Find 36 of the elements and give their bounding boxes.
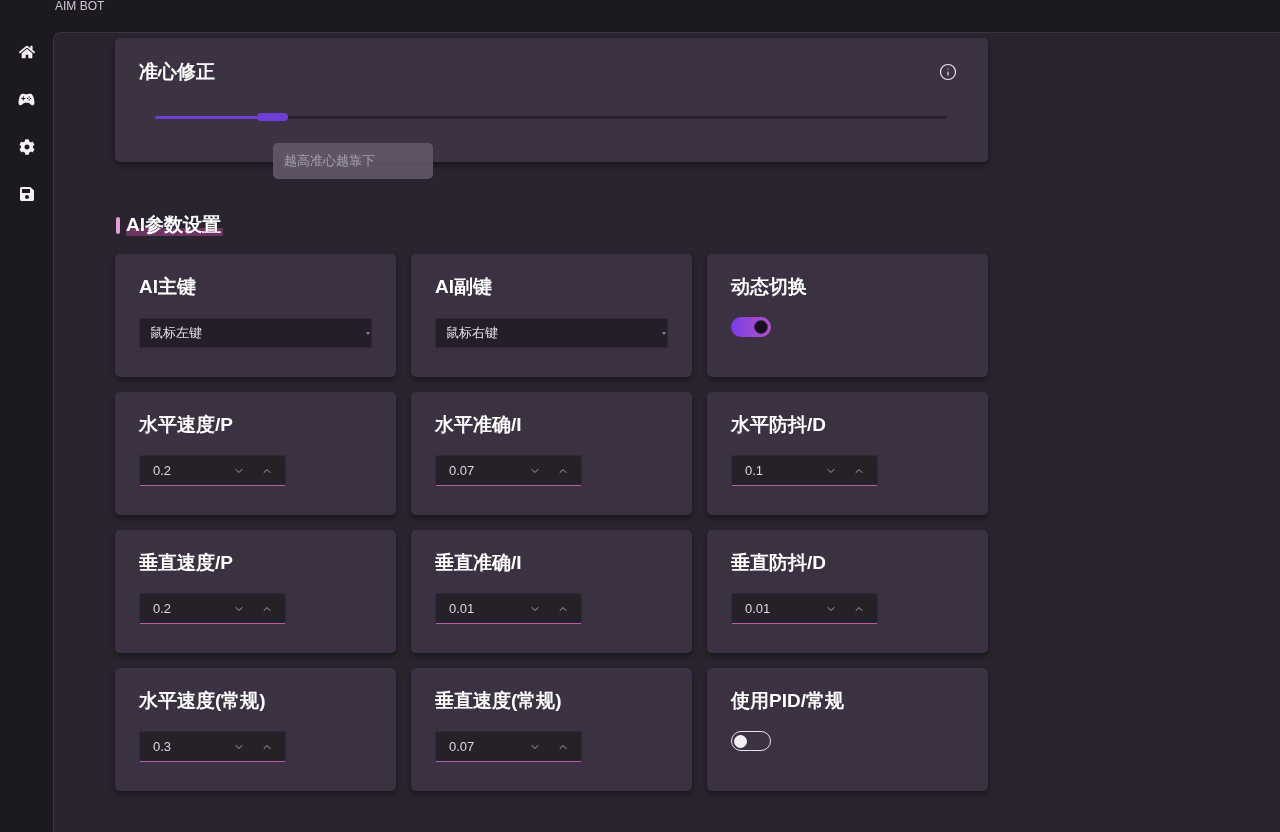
number-field[interactable]: 0.2	[139, 593, 286, 624]
card-title: 垂直速度/P	[139, 551, 234, 575]
accent-bar	[116, 216, 120, 234]
card-title: AI主键	[139, 275, 197, 299]
number-field[interactable]: 0.1	[731, 455, 878, 486]
save-icon[interactable]	[18, 186, 35, 202]
toggle-switch[interactable]	[731, 317, 771, 337]
section-title: AI参数设置	[126, 214, 223, 236]
app-title: AIM BOT	[55, 0, 106, 12]
card-title: 水平防抖/D	[731, 413, 827, 437]
card-title: 使用PID/常规	[731, 689, 845, 713]
gamepad-icon[interactable]	[18, 91, 35, 108]
settings-icon[interactable]	[18, 139, 35, 155]
card-title: 垂直速度(常规)	[435, 689, 563, 713]
select-field[interactable]: 鼠标左键	[139, 318, 372, 348]
number-field[interactable]: 0.2	[139, 455, 286, 486]
number-field[interactable]: 0.01	[435, 593, 582, 624]
number-field[interactable]: 0.01	[731, 593, 878, 624]
slider-thumb[interactable]	[257, 113, 289, 121]
card-title: 水平准确/I	[435, 413, 523, 437]
home-icon[interactable]	[18, 44, 35, 60]
number-field[interactable]: 0.3	[139, 731, 286, 762]
select-field[interactable]: 鼠标右键	[435, 318, 668, 348]
caret-icon	[366, 331, 370, 335]
caret-icon	[662, 331, 666, 335]
card-title: 垂直准确/I	[435, 551, 523, 575]
card-title: 垂直防抖/D	[731, 551, 827, 575]
info-icon[interactable]	[939, 63, 957, 81]
card-title: 水平速度/P	[139, 413, 234, 437]
card-title: 动态切换	[731, 275, 808, 299]
tooltip: 越高准心越靠下	[273, 143, 434, 179]
card-title: 水平速度(常规)	[139, 689, 267, 713]
number-field[interactable]: 0.07	[435, 455, 582, 486]
card-title: 准心修正	[139, 60, 215, 84]
card-title: AI副键	[435, 275, 493, 299]
number-field[interactable]: 0.07	[435, 731, 582, 762]
